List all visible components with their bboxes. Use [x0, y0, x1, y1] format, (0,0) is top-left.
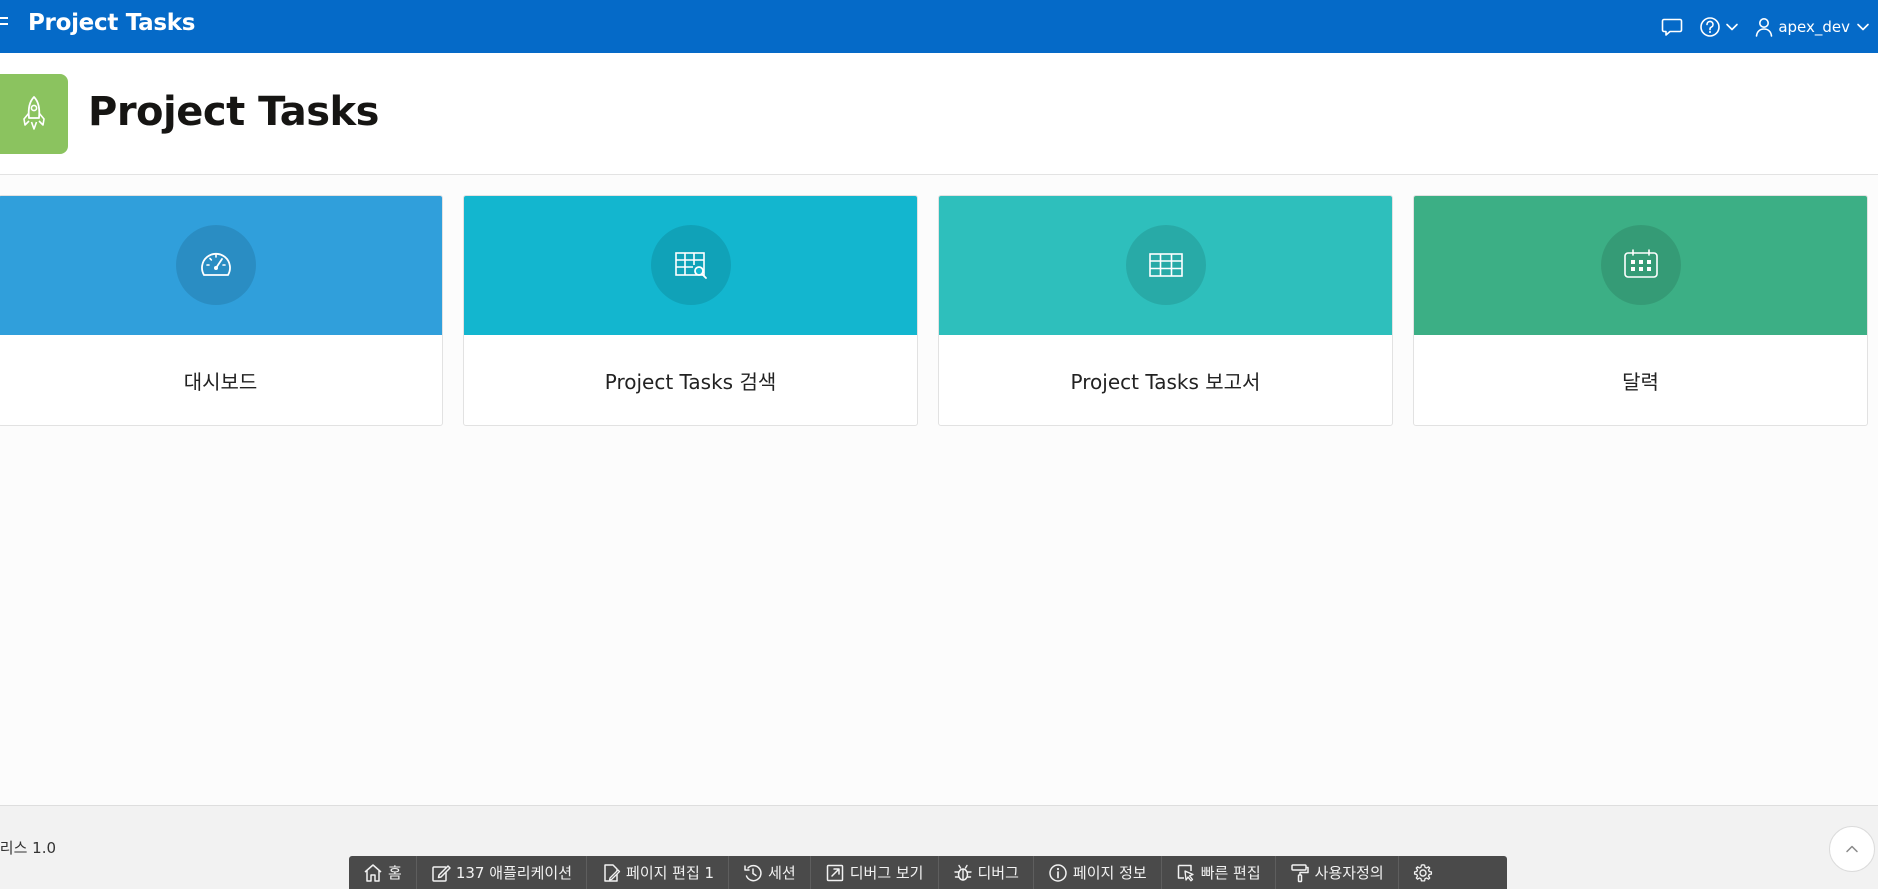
card-label: 달력 — [1622, 370, 1659, 394]
card-label: Project Tasks 검색 — [604, 370, 777, 394]
quick-edit-icon — [1177, 864, 1194, 881]
menu-icon[interactable] — [0, 13, 10, 35]
app-logo — [0, 74, 68, 154]
dashboard-gauge-icon — [201, 252, 231, 276]
developer-toolbar: 홈 137 애플리케이션 페이지 편집 1 세션 디버그 보기 디버그 페이지 … — [349, 856, 1507, 889]
devbar-label: 빠른 편집 — [1200, 864, 1261, 882]
table-grid-icon — [1149, 253, 1183, 277]
page-edit-icon — [604, 863, 621, 882]
user-menu-button[interactable]: apex_dev — [1747, 0, 1878, 53]
home-icon — [364, 863, 382, 882]
rocket-icon — [23, 96, 45, 130]
bug-icon — [953, 864, 972, 881]
paint-roller-icon — [1290, 863, 1309, 882]
devbar-label: 디버그 — [977, 864, 1019, 882]
help-icon — [1700, 16, 1721, 37]
devbar-label: 디버그 보기 — [849, 864, 924, 882]
page-hero: Project Tasks — [0, 53, 1878, 175]
table-search-icon — [675, 252, 707, 279]
devbar-label: 페이지 정보 — [1072, 864, 1147, 882]
devbar-home[interactable]: 홈 — [349, 856, 417, 889]
page-title: Project Tasks — [88, 89, 379, 135]
info-icon — [1049, 863, 1067, 882]
devbar-label: 홈 — [388, 864, 402, 882]
devbar-view-debug[interactable]: 디버그 보기 — [811, 856, 939, 889]
navigation-cards: 대시보드 Project Tasks 검색 Project Tasks 보고서 — [0, 195, 1878, 426]
top-navigation-bar: Project Tasks apex_dev — [0, 0, 1878, 53]
devbar-page-info[interactable]: 페이지 정보 — [1034, 856, 1162, 889]
card-project-tasks-report[interactable]: Project Tasks 보고서 — [938, 195, 1393, 426]
card-icon-circle — [1601, 225, 1681, 305]
devbar-label: 137 애플리케이션 — [455, 864, 573, 882]
session-icon — [744, 864, 762, 881]
card-icon-circle — [176, 225, 256, 305]
user-name: apex_dev — [1778, 17, 1850, 36]
card-dashboard[interactable]: 대시보드 — [0, 195, 443, 426]
card-label: Project Tasks 보고서 — [1070, 370, 1261, 394]
devbar-debug[interactable]: 디버그 — [939, 856, 1034, 889]
card-icon-circle — [1126, 225, 1206, 305]
card-project-tasks-search[interactable]: Project Tasks 검색 — [463, 195, 918, 426]
help-menu-button[interactable] — [1691, 0, 1747, 53]
card-calendar[interactable]: 달력 — [1413, 195, 1868, 426]
devbar-session[interactable]: 세션 — [729, 856, 811, 889]
devbar-quick-edit[interactable]: 빠른 편집 — [1162, 856, 1276, 889]
feedback-button[interactable] — [1653, 0, 1691, 53]
user-icon — [1756, 17, 1773, 37]
app-title[interactable]: Project Tasks — [28, 10, 195, 36]
card-label: 대시보드 — [183, 370, 258, 394]
chevron-down-icon — [1726, 23, 1739, 30]
chevron-up-icon — [1846, 845, 1858, 853]
devbar-label: 페이지 편집 1 — [626, 864, 715, 882]
scroll-to-top-button[interactable] — [1829, 826, 1875, 872]
devbar-label: 세션 — [768, 864, 796, 882]
card-icon-circle — [651, 225, 731, 305]
edit-icon — [432, 864, 451, 882]
external-link-icon — [826, 864, 843, 881]
chat-icon — [1662, 18, 1683, 36]
calendar-icon — [1624, 249, 1658, 278]
gear-icon — [1413, 863, 1432, 882]
devbar-application[interactable]: 137 애플리케이션 — [417, 856, 588, 889]
devbar-edit-page[interactable]: 페이지 편집 1 — [587, 856, 730, 889]
devbar-settings[interactable] — [1399, 856, 1452, 889]
chevron-down-icon — [1857, 23, 1869, 30]
release-version: 릴리스 1.0 — [0, 839, 57, 857]
devbar-customize[interactable]: 사용자정의 — [1276, 856, 1399, 889]
topbar-actions: apex_dev — [1653, 0, 1878, 53]
devbar-label: 사용자정의 — [1314, 864, 1384, 882]
